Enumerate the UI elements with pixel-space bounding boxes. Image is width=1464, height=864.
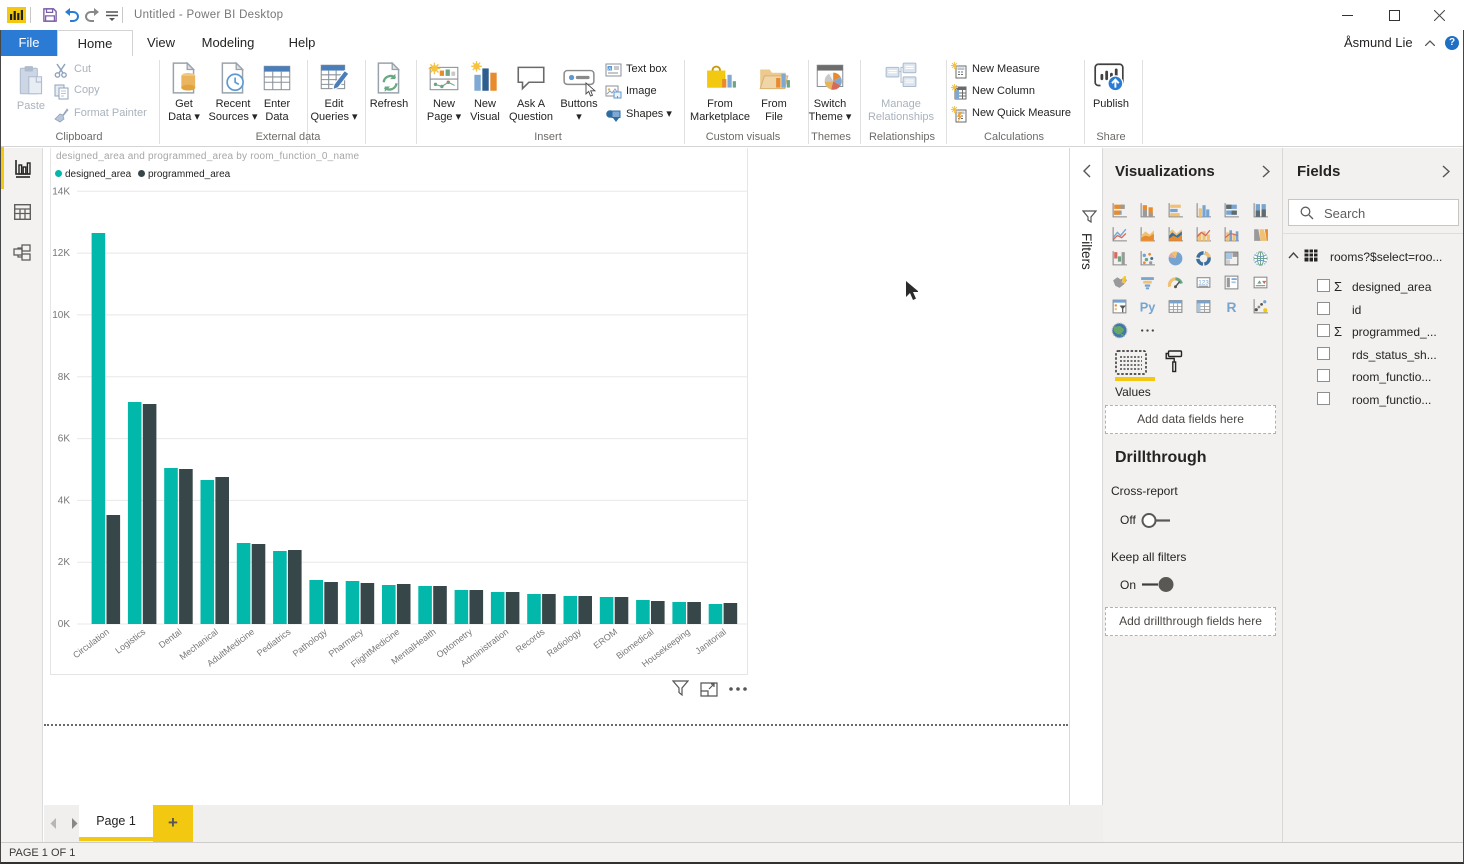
svg-text:Pathology: Pathology bbox=[291, 626, 329, 658]
svg-text:Pediatrics: Pediatrics bbox=[255, 626, 293, 658]
svg-text:Circulation: Circulation bbox=[71, 627, 111, 661]
svg-text:2K: 2K bbox=[58, 557, 71, 568]
svg-text:A: A bbox=[608, 66, 611, 71]
svg-text:R: R bbox=[1227, 299, 1237, 315]
svg-text:0K: 0K bbox=[58, 619, 71, 630]
svg-text:Radiology: Radiology bbox=[545, 626, 583, 658]
svg-text:Logistics: Logistics bbox=[113, 626, 147, 655]
svg-text:123: 123 bbox=[1198, 280, 1209, 287]
svg-text:Janitorial: Janitorial bbox=[693, 627, 728, 657]
svg-text:4K: 4K bbox=[58, 495, 71, 506]
svg-text:6K: 6K bbox=[58, 434, 71, 445]
svg-text:EROM: EROM bbox=[592, 627, 620, 651]
svg-text:8K: 8K bbox=[58, 372, 71, 383]
svg-text:12K: 12K bbox=[52, 248, 70, 259]
svg-text:Dental: Dental bbox=[157, 627, 184, 651]
svg-text:10K: 10K bbox=[52, 310, 70, 321]
svg-text:Records: Records bbox=[514, 626, 547, 654]
svg-text:14K: 14K bbox=[52, 186, 70, 197]
svg-text:Py: Py bbox=[1140, 299, 1156, 314]
